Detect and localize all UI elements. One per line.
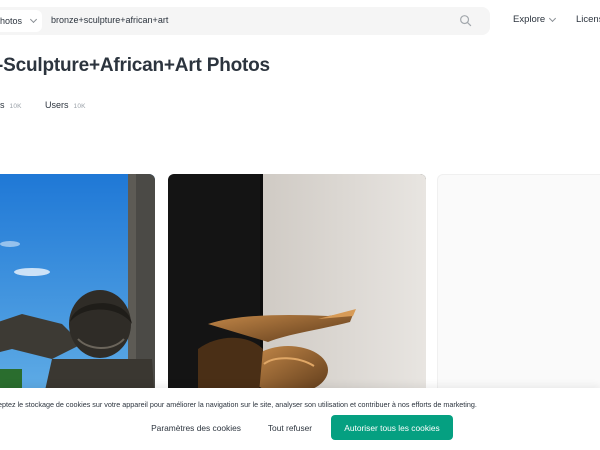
chevron-down-icon <box>549 14 557 22</box>
page-title: -Sculpture+African+Art Photos <box>0 55 270 76</box>
search-type-label: hotos <box>0 16 23 26</box>
photo-image <box>0 174 155 404</box>
nav-explore-label: Explore <box>513 14 546 25</box>
tab-users-label: Users <box>45 100 69 110</box>
chevron-down-icon <box>29 15 38 24</box>
nav-license[interactable]: License <box>576 14 600 25</box>
accept-all-cookies-button[interactable]: Autoriser tous les cookies <box>331 415 453 440</box>
tab-photos[interactable]: os 10K <box>0 100 22 110</box>
tab-photos-count: 10K <box>9 103 22 110</box>
search-input[interactable]: bronze+sculpture+african+art <box>51 15 168 25</box>
tab-photos-label: os <box>0 100 5 110</box>
tab-users-count: 10K <box>73 103 86 110</box>
search-type-select[interactable]: hotos <box>0 10 42 32</box>
nav-explore[interactable]: Explore <box>513 14 557 25</box>
cookie-settings-button[interactable]: Paramètres des cookies <box>143 415 249 440</box>
photo-card-bronze-head-sculpture[interactable] <box>168 174 426 404</box>
search-bar: hotos bronze+sculpture+african+art <box>0 7 490 35</box>
top-navbar: hotos bronze+sculpture+african+art Explo… <box>0 0 600 42</box>
search-icon[interactable] <box>459 14 472 27</box>
cookie-consent-text: eptez le stockage de cookies sur votre a… <box>0 400 477 409</box>
cookie-consent-banner: eptez le stockage de cookies sur votre a… <box>0 388 600 450</box>
reject-all-button[interactable]: Tout refuser <box>259 415 321 440</box>
photo-card-placeholder[interactable] <box>437 174 600 404</box>
photo-image <box>168 174 426 404</box>
photo-card-bronze-statue-sky[interactable] <box>0 174 155 404</box>
tab-users[interactable]: Users 10K <box>45 100 86 110</box>
